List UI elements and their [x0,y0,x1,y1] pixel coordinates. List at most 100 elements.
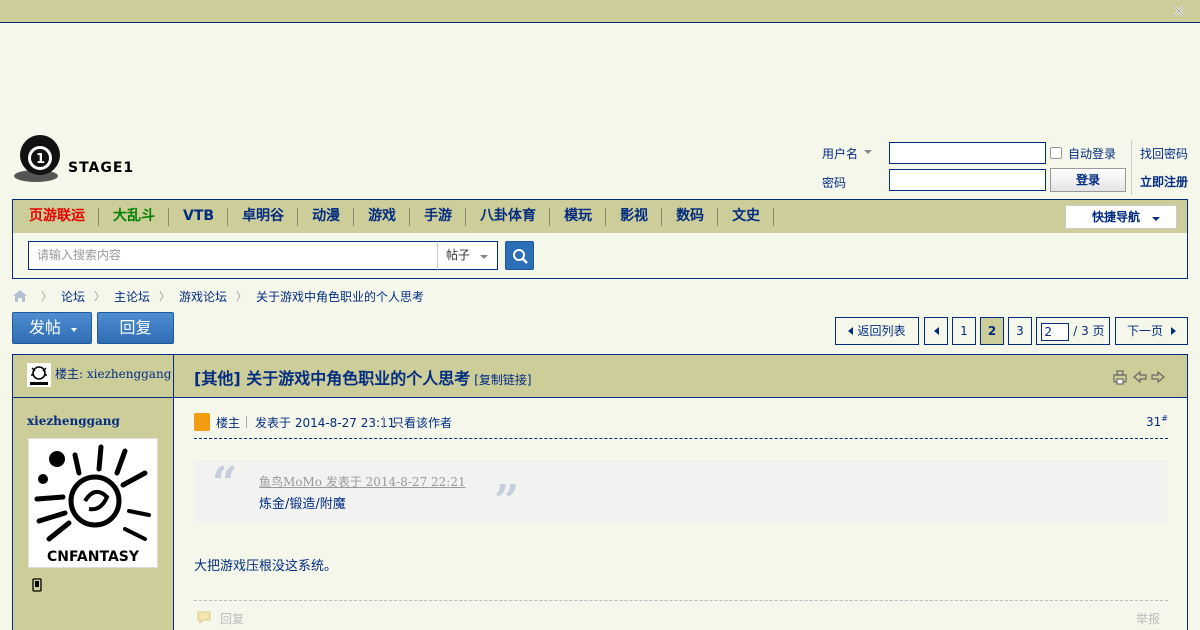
post-floor[interactable]: 31# [1146,414,1168,429]
post-time: 发表于 2014-8-27 23:11 [255,416,396,430]
top-bar [0,0,1200,23]
divider [1131,140,1132,195]
login-button[interactable]: 登录 [1050,168,1126,192]
prev-page-button[interactable] [924,317,948,345]
nav-item-anime[interactable]: 动漫 [298,200,355,233]
avatar-image: CNFANTASY [34,444,151,565]
thread-tools [1113,370,1165,385]
search-type-select[interactable]: 帖子 [437,241,498,270]
quote-text: 炼金/锻造/附魔 [259,497,346,512]
page-jump: 2 / 3 页 [1036,317,1110,345]
breadcrumb-item[interactable]: 关于游戏中角色职业的个人思考 [256,288,424,305]
new-post-button[interactable]: 发帖 [12,312,92,344]
breadcrumb-separator: 〉 [94,290,106,303]
search-icon [513,249,528,264]
next-page-label: 下一页 [1126,324,1163,338]
mobile-icon [32,578,42,592]
chevron-down-icon[interactable] [864,150,872,154]
logo-text: STAGE1 [68,160,135,176]
page-link[interactable]: 3 [1008,317,1032,345]
nav-item-webgame[interactable]: 页游联运 [15,200,99,233]
chevron-down-icon [480,255,488,259]
username-label[interactable]: 用户名 [822,145,858,162]
svg-text:1: 1 [36,152,45,167]
thread-op-cell: 楼主: xiezhenggang [13,355,174,397]
post-body: 大把游戏压根没这系统。 [194,559,338,574]
page-link[interactable]: 1 [952,317,976,345]
divider [383,416,384,428]
nav-item-models[interactable]: 模玩 [550,200,607,233]
thread-container: 楼主: xiezhenggang [其他] 关于游戏中角色职业的个人思考 [复制链… [12,354,1188,630]
chevron-down-icon [1152,217,1160,221]
author-sidebar: xiezhenggang CNFANTASY [13,398,174,630]
nav-item-gossip-sports[interactable]: 八卦体育 [466,200,551,233]
thread-op-label[interactable]: 楼主: xiezhenggang [55,365,171,382]
site-logo[interactable]: 1 STAGE1 [12,133,142,185]
quote-close-icon: ” [494,476,520,527]
nav-item-brawl[interactable]: 大乱斗 [99,200,169,233]
next-page-button[interactable]: 下一页 [1115,317,1188,345]
only-author-link[interactable]: 只看该作者 [392,414,452,431]
breadcrumb-item[interactable]: 主论坛 [114,288,150,305]
breadcrumb-separator: 〉 [41,290,52,303]
next-thread-icon[interactable] [1151,370,1165,384]
breadcrumb-separator: 〉 [159,290,171,303]
nav-item-vtb[interactable]: VTB [169,200,229,233]
forgot-password-link[interactable]: 找回密码 [1140,145,1188,162]
breadcrumb-item[interactable]: 游戏论坛 [179,288,227,305]
post-floor-number: 31 [1146,415,1162,429]
nav-item-history[interactable]: 文史 [718,200,775,233]
reply-link[interactable]: 回复 [220,610,244,627]
main-nav: 页游联运 大乱斗 VTB 卓明谷 动漫 游戏 手游 八卦体育 模玩 影视 数码 … [12,199,1188,234]
page-total: / 3 页 [1073,324,1105,338]
breadcrumb-item[interactable]: 论坛 [61,288,85,305]
thread-title: [其他] 关于游戏中角色职业的个人思考 [复制链接] [194,365,532,389]
quote-source[interactable]: 鱼鸟MoMo 发表于 2014-8-27 22:21 [259,473,466,490]
reply-icon [197,611,211,624]
post-meta: 楼主 发表于 2014-8-27 23:11 只看该作者 31# [194,411,1168,439]
home-icon[interactable] [12,289,28,303]
search-input[interactable]: 请输入搜索内容 [28,241,438,270]
author-name[interactable]: xiezhenggang [27,414,120,428]
page-link-current[interactable]: 2 [980,317,1004,345]
thread-title-text: [其他] 关于游戏中角色职业的个人思考 [194,369,471,388]
password-input[interactable] [889,169,1046,191]
quick-nav-button[interactable]: 快捷导航 [1065,205,1177,229]
quote-open-icon: “ [212,458,238,509]
register-link[interactable]: 立即注册 [1140,173,1188,190]
search-button[interactable] [505,241,534,270]
post-footer: 回复 举报 [194,600,1168,630]
breadcrumb-separator: 〉 [236,290,248,303]
nav-item-zhuominggu[interactable]: 卓明谷 [228,200,299,233]
prev-thread-icon[interactable] [1133,370,1147,384]
auto-login-label[interactable]: 自动登录 [1068,145,1116,162]
back-to-list-label: 返回列表 [857,324,906,338]
close-icon[interactable] [1172,4,1186,18]
copy-link[interactable]: [复制链接] [474,373,531,387]
breadcrumb: 〉 论坛 〉 主论坛 〉 游戏论坛 〉 关于游戏中角色职业的个人思考 [12,287,424,305]
chevron-down-icon [71,328,77,332]
thread-header: 楼主: xiezhenggang [其他] 关于游戏中角色职业的个人思考 [复制链… [13,355,1187,398]
arrow-right-icon [1171,327,1176,335]
page-jump-input[interactable]: 2 [1041,322,1070,341]
nav-item-games[interactable]: 游戏 [354,200,411,233]
logo-emblem-icon: 1 [14,135,60,182]
auto-login-checkbox[interactable] [1050,147,1062,159]
back-to-list-button[interactable]: 返回列表 [835,317,919,345]
avatar-caption: CNFANTASY [47,549,140,565]
print-icon[interactable] [1113,370,1127,385]
nav-item-digital[interactable]: 数码 [662,200,719,233]
divider [246,416,247,428]
reply-button[interactable]: 回复 [97,312,174,344]
username-input[interactable] [889,142,1046,164]
user-icon [194,413,210,431]
password-label: 密码 [822,176,847,190]
arrow-left-icon [848,327,854,335]
avatar[interactable]: CNFANTASY [28,438,158,568]
search-type-label: 帖子 [446,248,471,262]
login-form: 用户名 密码 自动登录 登录 找回密码 立即注册 [820,140,1190,195]
report-link[interactable]: 举报 [1136,610,1160,627]
nav-item-movies[interactable]: 影视 [606,200,663,233]
nav-item-mobile-games[interactable]: 手游 [410,200,467,233]
avatar-mini-icon[interactable] [27,363,51,387]
